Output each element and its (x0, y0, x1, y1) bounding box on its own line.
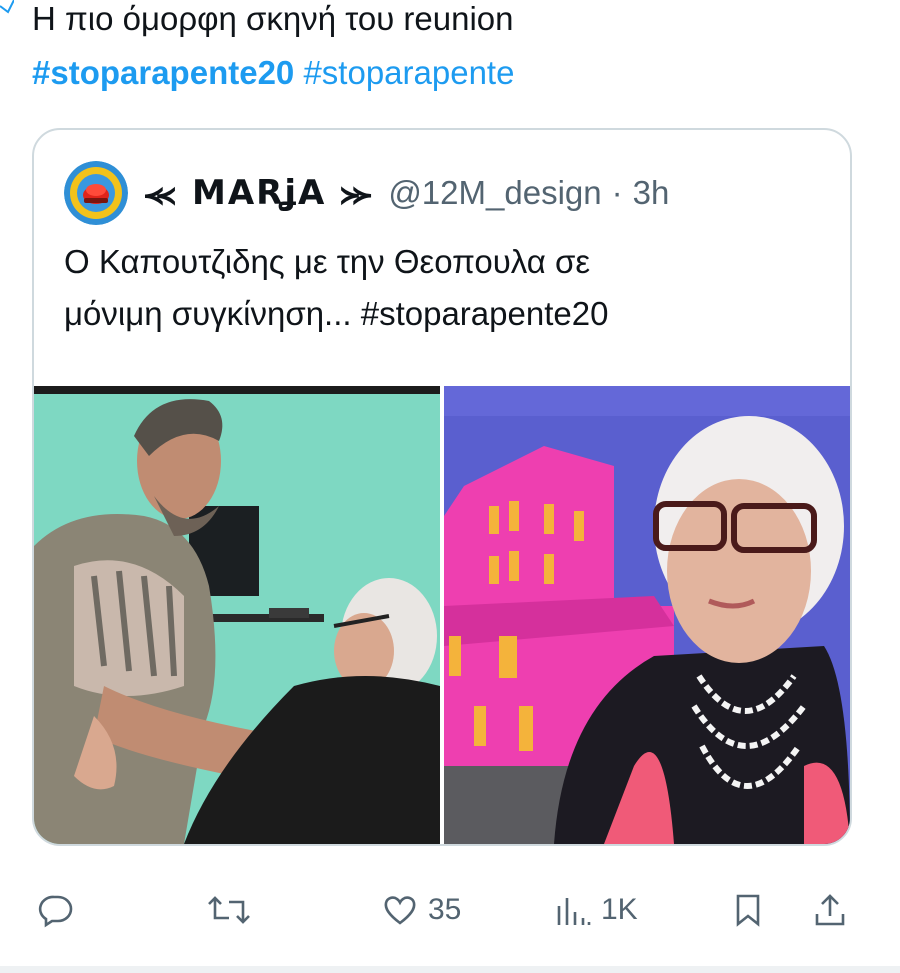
timestamp[interactable]: 3h (633, 174, 670, 212)
quoted-tweet-card[interactable]: ⪻ MARʝA ⪼ @12M_design · 3h Ο Καπουτζιδης… (32, 128, 852, 846)
quoted-tweet-header: ⪻ MARʝA ⪼ @12M_design · 3h (64, 160, 669, 226)
photo-right[interactable] (444, 386, 850, 844)
quoted-tweet-text: Ο Καπουτζιδης με την Θεοπουλα σε μόνιμη … (64, 236, 824, 340)
divider (0, 966, 900, 973)
retweet-icon (208, 896, 250, 924)
bookmark-button[interactable] (730, 875, 766, 945)
tweet-text: Η πιο όμορφη σκηνή του reunion (32, 0, 514, 37)
reply-icon (38, 895, 73, 928)
hashtag-link[interactable]: #stoparapente20 (32, 54, 294, 91)
views-count: 1K (601, 893, 638, 926)
views-button[interactable]: 1K (555, 875, 638, 945)
display-name[interactable]: ⪻ MARʝA ⪼ (144, 173, 374, 213)
share-button[interactable] (812, 875, 848, 945)
media-grid (34, 386, 850, 844)
photo-left[interactable] (34, 386, 440, 844)
share-icon (815, 894, 845, 926)
separator-dot: · (611, 174, 623, 211)
like-count: 35 (428, 893, 462, 926)
chevron-fragment-icon (0, 0, 14, 14)
retweet-button[interactable] (205, 875, 253, 945)
reply-button[interactable] (38, 875, 74, 945)
user-handle[interactable]: @12M_design (388, 174, 601, 212)
hashtag-link[interactable]: #stoparapente (303, 54, 514, 91)
like-button[interactable]: 35 (382, 875, 461, 945)
bookmark-icon (736, 894, 760, 927)
heart-icon (384, 896, 416, 925)
quoted-text-line: μόνιμη συγκίνηση... #stoparapente20 (64, 295, 609, 332)
quoted-text-line: Ο Καπουτζιδης με την Θεοπουλα σε (64, 243, 591, 280)
tweet-action-bar: 35 1K (0, 875, 900, 945)
views-icon (557, 898, 591, 925)
tweet-body: Η πιο όμορφη σκηνή του reunion #stoparap… (32, 0, 882, 100)
avatar[interactable] (64, 161, 128, 225)
